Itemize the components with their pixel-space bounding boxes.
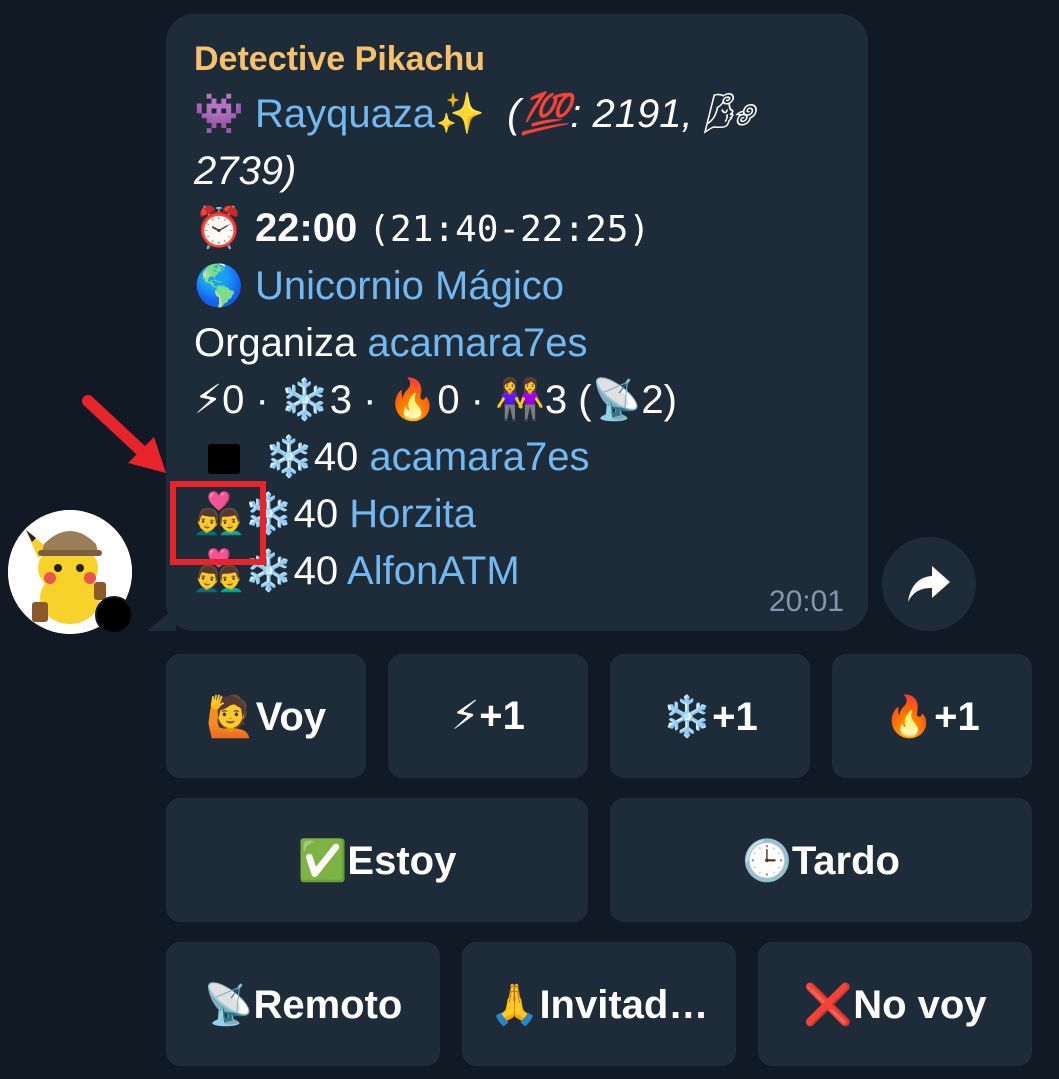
location-link[interactable]: Unicornio Mágico bbox=[255, 264, 564, 308]
share-button[interactable] bbox=[882, 537, 976, 631]
attendee-name-link[interactable]: AlfonATM bbox=[347, 549, 520, 593]
attendee-level: 40 bbox=[313, 435, 370, 479]
invitado-button[interactable]: 🙏Invitad… bbox=[462, 942, 736, 1066]
raid-time: 22:00 bbox=[254, 206, 358, 250]
raid-time-range: (21:40-22:25) bbox=[368, 209, 651, 250]
people-count: 3 ( bbox=[544, 378, 592, 422]
attendee-row: 👨‍❤️‍👨❄️40 Horzita bbox=[194, 486, 840, 543]
remote-count: 2) bbox=[641, 378, 677, 422]
lightning-plus-one-button[interactable]: ⚡+1 bbox=[388, 654, 588, 778]
attendee-level: 40 bbox=[293, 492, 350, 536]
organizer-label: Organiza bbox=[194, 321, 368, 365]
snowflake-icon: ❄️ bbox=[279, 377, 330, 423]
sender-name[interactable]: Detective Pikachu bbox=[194, 36, 840, 86]
boss-line: 👾 Rayquaza✨ (💯: 2191, 🌬 2739) bbox=[194, 86, 840, 200]
alien-monster-icon: 👾 bbox=[194, 91, 244, 137]
share-arrow-icon bbox=[908, 566, 950, 602]
attendee-row: ❄️40 acamara7es bbox=[194, 429, 840, 486]
fire-count: 0 · bbox=[437, 378, 496, 422]
black-square-icon bbox=[208, 444, 240, 475]
fire-icon: 🔥 bbox=[387, 377, 438, 423]
avatar-status-dot bbox=[95, 596, 133, 634]
time-line: ⏰ 22:00 (21:40-22:25) bbox=[194, 200, 840, 258]
organizer-link[interactable]: acamara7es bbox=[367, 321, 587, 365]
snowflake-count: 3 · bbox=[329, 378, 388, 422]
globe-icon: 🌎 bbox=[194, 263, 244, 309]
wind-face-icon: 🌬 bbox=[703, 91, 755, 137]
lightning-count: 0 · bbox=[222, 378, 280, 422]
annotation-highlight-box bbox=[170, 481, 266, 565]
boss-name-link[interactable]: Rayquaza✨ bbox=[255, 92, 485, 136]
hundred-points-icon: 💯 bbox=[520, 91, 571, 137]
alarm-clock-icon: ⏰ bbox=[194, 205, 244, 251]
estoy-button[interactable]: ✅Estoy bbox=[166, 798, 588, 922]
snowflake-icon: ❄️ bbox=[264, 434, 314, 480]
attendee-name-link[interactable]: acamara7es bbox=[369, 435, 589, 479]
attendee-level: 40 bbox=[293, 549, 348, 593]
counts-line: ⚡0 · ❄️3 · 🔥0 · 👭3 (📡2) bbox=[194, 372, 840, 429]
people-icon: 👭 bbox=[495, 377, 545, 423]
remoto-button[interactable]: 📡Remoto bbox=[166, 942, 440, 1066]
location-line: 🌎 Unicornio Mágico bbox=[194, 258, 840, 315]
satellite-antenna-icon: 📡 bbox=[591, 377, 642, 423]
message-timestamp: 20:01 bbox=[768, 585, 844, 618]
tardo-button[interactable]: 🕒Tardo bbox=[610, 798, 1032, 922]
no-voy-button[interactable]: ❌No voy bbox=[758, 942, 1032, 1066]
lightning-icon: ⚡ bbox=[194, 377, 223, 423]
attendee-row: 👨‍❤️‍👨❄️40 AlfonATM bbox=[194, 543, 840, 600]
organizer-line: Organiza acamara7es bbox=[194, 315, 840, 372]
message-bubble: Detective Pikachu 👾 Rayquaza✨ (💯: 2191, … bbox=[166, 14, 868, 631]
fire-plus-one-button[interactable]: 🔥+1 bbox=[832, 654, 1032, 778]
snowflake-plus-one-button[interactable]: ❄️+1 bbox=[610, 654, 810, 778]
annotation-arrow-icon bbox=[82, 395, 166, 473]
voy-button[interactable]: 🙋Voy bbox=[166, 654, 366, 778]
attendee-name-link[interactable]: Horzita bbox=[349, 492, 476, 536]
